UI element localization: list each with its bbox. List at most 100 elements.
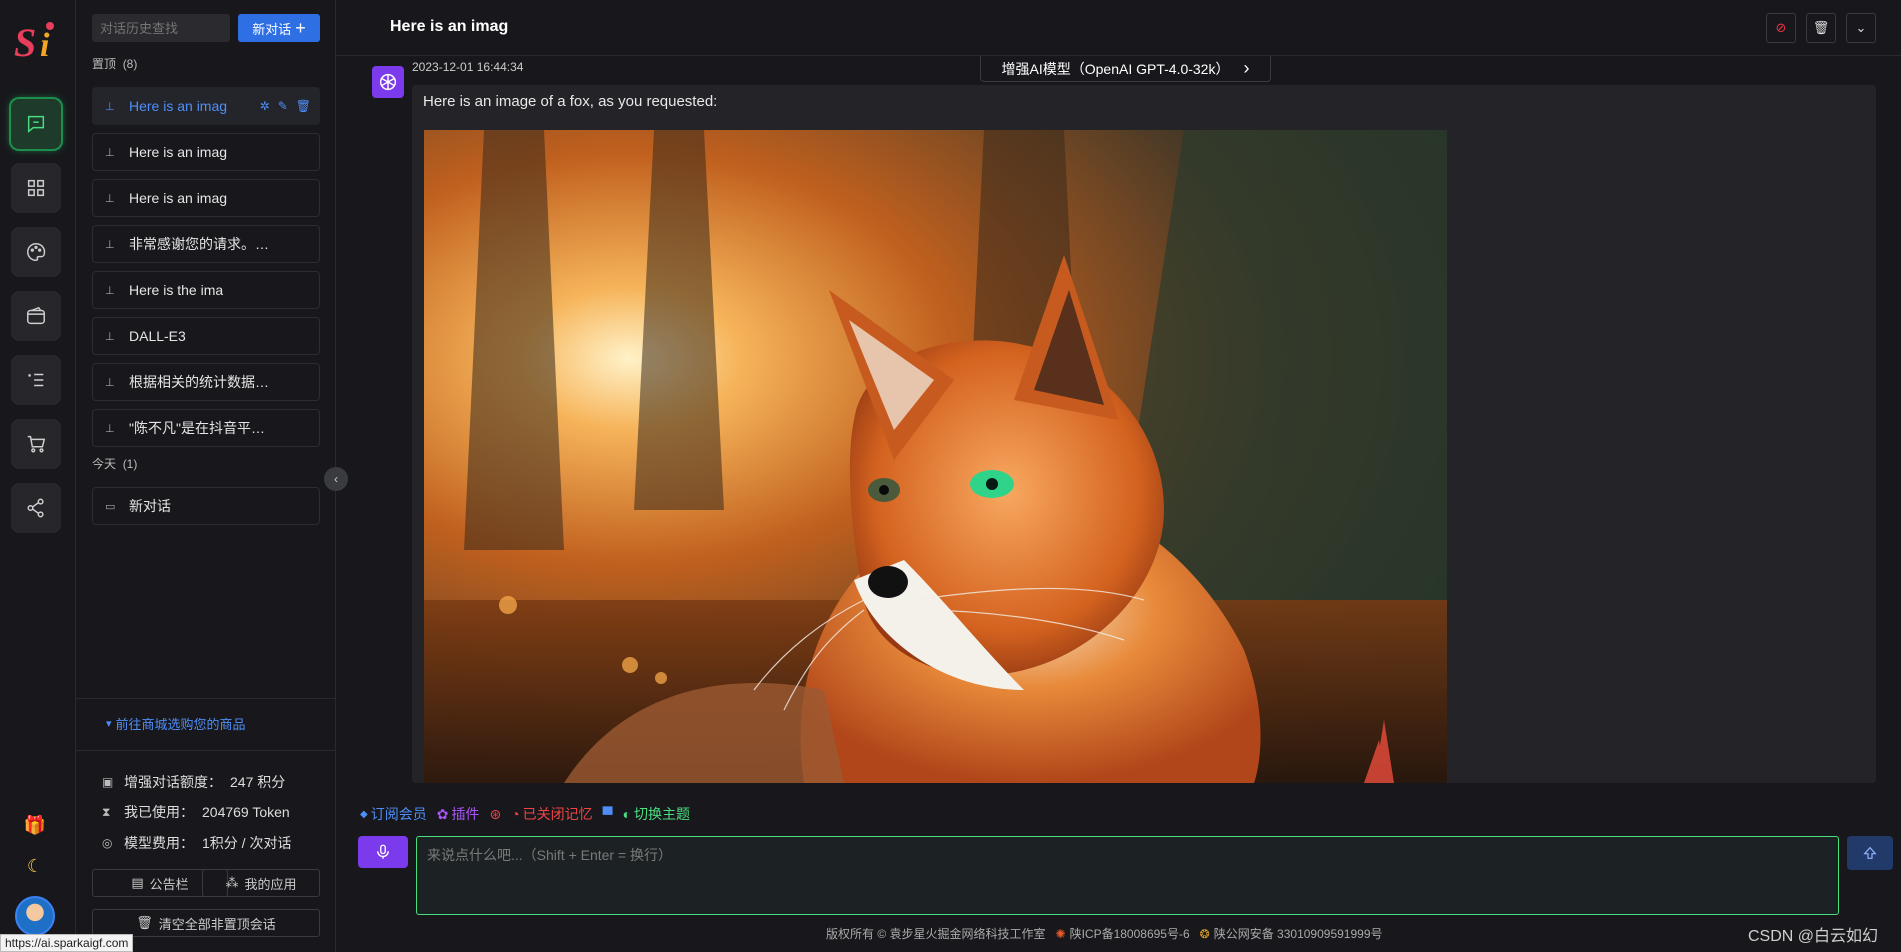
apps-small-icon: ⁂ bbox=[225, 875, 239, 890]
icon-rail: S i 🎁 ☾ bbox=[0, 0, 76, 952]
plus-icon: + bbox=[295, 18, 306, 38]
conversation-item[interactable]: ⊥ Here is an imag bbox=[92, 133, 320, 171]
openai-small-icon: ⊛ bbox=[489, 805, 502, 822]
memory-toggle-button[interactable]: ◔ 已关闭记忆 bbox=[511, 804, 592, 824]
model-selector[interactable]: 增强AI模型（OpenAI GPT-4.0-32k） › bbox=[980, 56, 1271, 82]
apps-nav-button[interactable] bbox=[11, 163, 61, 213]
share-icon bbox=[27, 498, 44, 518]
pin-icon: ⊥ bbox=[105, 376, 115, 389]
conversation-item[interactable]: ▭ 新对话 bbox=[92, 487, 320, 525]
send-arrow-icon bbox=[1863, 846, 1877, 859]
assistant-avatar bbox=[372, 66, 404, 98]
theme-toggle-button[interactable]: ◐ 切换主题 bbox=[623, 804, 690, 824]
conversation-label: Here is an imag bbox=[129, 144, 228, 160]
conversation-item[interactable]: ⊥ Here is an imag bbox=[92, 179, 320, 217]
model-label: 增强AI模型（OpenAI GPT-4.0-32k） bbox=[1001, 60, 1230, 77]
palette-icon bbox=[27, 243, 46, 261]
cart-nav-button[interactable] bbox=[11, 419, 61, 469]
openai-toggle-button[interactable]: ⊛ bbox=[489, 806, 501, 823]
user-avatar[interactable] bbox=[15, 896, 55, 936]
generated-fox-image[interactable] bbox=[424, 130, 1447, 783]
stop-button[interactable]: ⊘ bbox=[1766, 13, 1796, 43]
delete-chat-button[interactable]: 🗑 bbox=[1806, 13, 1836, 43]
wallet-nav-button[interactable] bbox=[11, 291, 61, 341]
status-url: https://ai.sparkaigf.com bbox=[0, 934, 134, 952]
message-text: Here is an image of a fox, as you reques… bbox=[423, 93, 718, 110]
chat-header: Here is an imag ⊘ 🗑 ⌄ bbox=[336, 0, 1901, 56]
chat-title: Here is an imag bbox=[390, 18, 509, 35]
moon-icon[interactable]: ☾ bbox=[22, 853, 48, 879]
openai-icon bbox=[379, 73, 397, 91]
voice-input-button[interactable] bbox=[358, 836, 408, 868]
message-input[interactable] bbox=[417, 837, 1838, 914]
more-button[interactable]: ⌄ bbox=[1846, 13, 1876, 43]
conversation-label: Here is an imag bbox=[129, 98, 228, 114]
microphone-icon bbox=[377, 844, 389, 859]
police-link[interactable]: ❂ 陕公网安备 33010909591999号 bbox=[1200, 925, 1383, 942]
page-footer: 版权所有 © 袁步星火掘金网络科技工作室 ✺ 陕ICP备18008695号-6 … bbox=[826, 925, 1383, 942]
conversation-label: 非常感谢您的请求。作为... bbox=[129, 236, 269, 252]
conversation-item[interactable]: ⊥ DALL-E3 bbox=[92, 317, 320, 355]
conversation-item[interactable]: ⊥ "陈不凡"是在抖音平台上... bbox=[92, 409, 320, 447]
conversation-label: Here is the ima bbox=[129, 282, 224, 298]
list-icon bbox=[28, 373, 44, 387]
assistant-message: Here is an image of a fox, as you reques… bbox=[412, 85, 1876, 783]
conversation-label: Here is an imag bbox=[129, 190, 228, 206]
pin-icon: ⊥ bbox=[105, 238, 115, 251]
icp-link[interactable]: ✺ 陕ICP备18008695号-6 bbox=[1056, 925, 1190, 942]
diamond-icon: ◆ bbox=[360, 808, 368, 820]
chevron-right-icon: › bbox=[1243, 58, 1250, 78]
conversation-item[interactable]: ⊥ Here is the ima bbox=[92, 271, 320, 309]
chat-bubble-icon: ▭ bbox=[105, 500, 116, 513]
conversation-label: 根据相关的统计数据，以... bbox=[129, 374, 269, 390]
conversation-item[interactable]: ⊥ 根据相关的统计数据，以... bbox=[92, 363, 320, 401]
gift-icon[interactable]: 🎁 bbox=[22, 812, 48, 838]
paw-icon: ✿ bbox=[436, 805, 449, 822]
bot-button[interactable]: ▀ bbox=[603, 806, 613, 822]
plugins-button[interactable]: ✿ 插件 bbox=[437, 804, 480, 824]
pin-icon: ⊥ bbox=[105, 146, 115, 159]
pin-icon: ⊥ bbox=[105, 330, 115, 343]
app-logo[interactable]: S i bbox=[10, 14, 66, 66]
share-nav-button[interactable] bbox=[11, 483, 61, 533]
trash-icon: 🗑 bbox=[136, 915, 153, 930]
robot-icon: ▀ bbox=[602, 806, 613, 822]
input-toolbar: ◆ 订阅会员 ✿ 插件 ⊛ ◔ 已关闭记忆 ▀ ◐ 切换主题 bbox=[360, 804, 690, 824]
send-button[interactable] bbox=[1847, 836, 1893, 870]
new-chat-button[interactable]: 新对话 + bbox=[238, 14, 320, 42]
pin-icon: ⊥ bbox=[105, 422, 115, 435]
flame-icon: ✺ bbox=[1055, 926, 1066, 941]
coin-icon: ◎ bbox=[102, 836, 113, 850]
chevron-down-icon: ⌄ bbox=[1855, 20, 1867, 35]
alert-icon: ⊘ bbox=[1775, 20, 1787, 35]
new-chat-label: 新对话 bbox=[252, 21, 292, 37]
my-apps-button[interactable]: ⁂ 我的应用 bbox=[202, 869, 320, 897]
clear-unpinned-button[interactable]: 🗑 清空全部非置顶会话 bbox=[92, 909, 320, 937]
usage-stat: ⧗ 我已使用： 204769 Token bbox=[102, 804, 290, 820]
pin-icon: ⊥ bbox=[105, 100, 115, 113]
list-nav-button[interactable] bbox=[11, 355, 61, 405]
chevron-left-icon: ‹ bbox=[334, 472, 338, 486]
conversation-item[interactable]: ⊥ 非常感谢您的请求。作为... bbox=[92, 225, 320, 263]
unpin-icon[interactable]: ✲ bbox=[260, 99, 270, 113]
subscribe-button[interactable]: ◆ 订阅会员 bbox=[360, 804, 427, 824]
conversation-label: DALL-E3 bbox=[129, 328, 186, 344]
apps-icon bbox=[27, 179, 45, 197]
watermark: CSDN @白云如幻 bbox=[1748, 928, 1879, 945]
divider bbox=[76, 750, 336, 751]
history-search-input[interactable] bbox=[92, 14, 230, 42]
message-input-box bbox=[416, 836, 1839, 915]
shop-link[interactable]: ▾ 前往商城选购您的商品 bbox=[106, 714, 246, 733]
today-group-label: 今天 (1) bbox=[92, 457, 138, 471]
collapse-sidebar-button[interactable]: ‹ bbox=[324, 467, 348, 491]
edit-icon[interactable]: ✎ bbox=[278, 99, 288, 113]
pin-icon: ⊥ bbox=[105, 192, 115, 205]
pin-icon: ⊥ bbox=[105, 284, 115, 297]
chat-icon bbox=[27, 115, 45, 133]
delete-icon[interactable]: 🗑 bbox=[296, 99, 311, 113]
notice-icon: ▤ bbox=[131, 875, 144, 890]
draw-nav-button[interactable] bbox=[11, 227, 61, 277]
conversation-item[interactable]: ⊥ Here is an imag ✲ ✎ 🗑 bbox=[92, 87, 320, 125]
trash-icon: 🗑 bbox=[1812, 20, 1830, 35]
chat-nav-button[interactable] bbox=[11, 99, 61, 149]
